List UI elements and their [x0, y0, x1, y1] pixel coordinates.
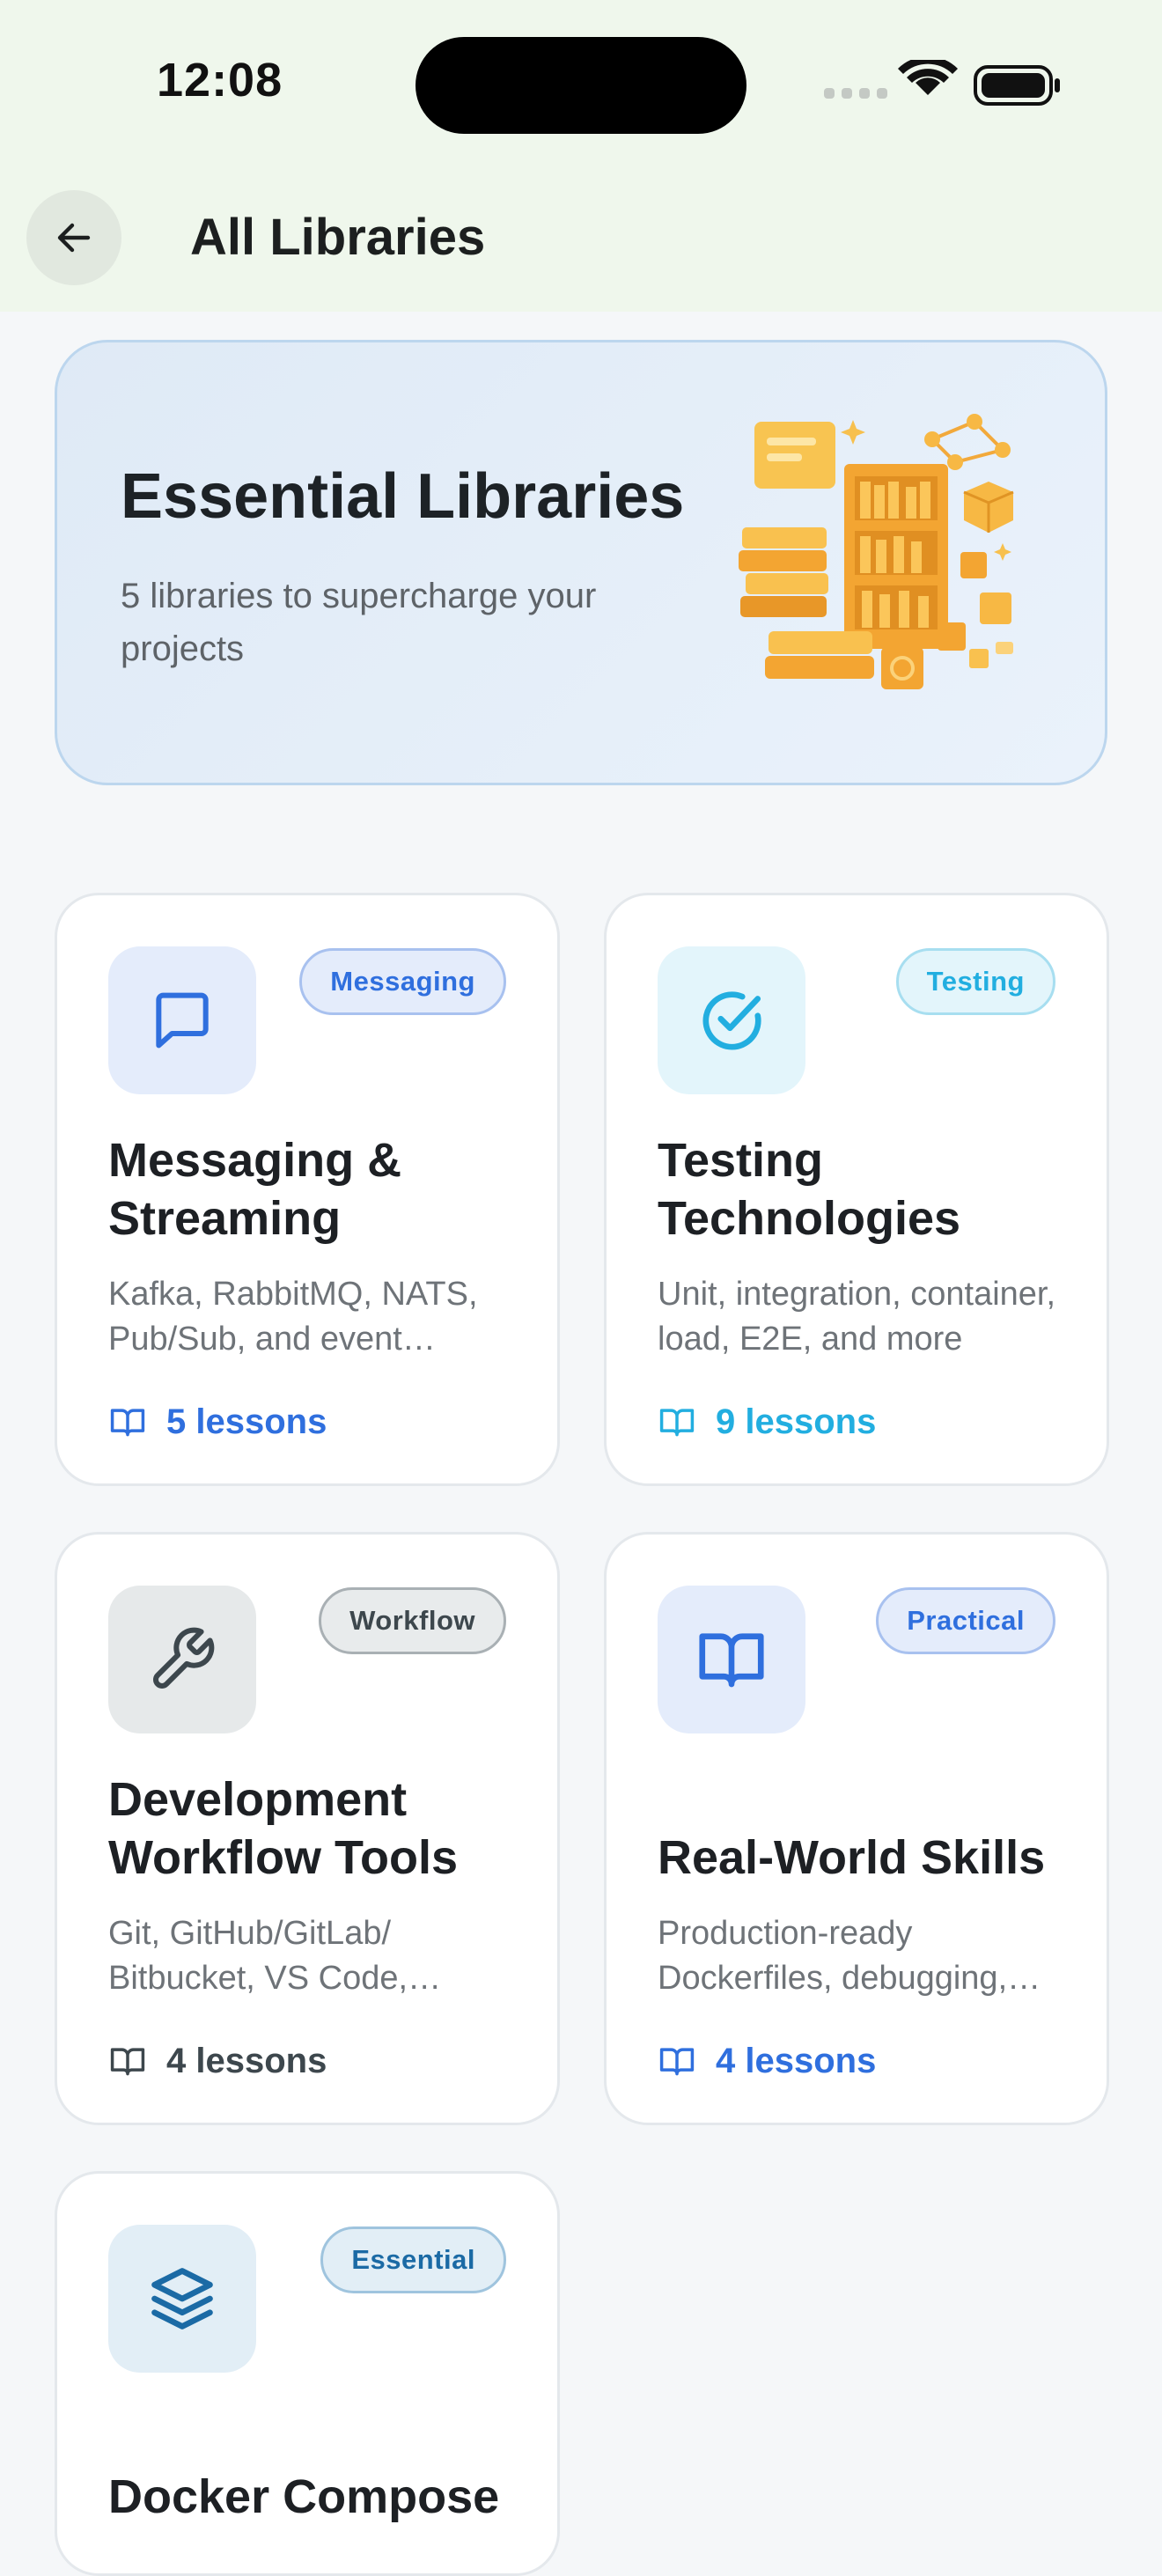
card-icon-tile [108, 2225, 256, 2373]
card-description: Kafka, RabbitMQ, NATS, Pub/Sub, and even… [108, 1276, 478, 1358]
app-header: 12:08 All Libraries [0, 0, 1162, 312]
page-title: All Libraries [190, 209, 486, 266]
wifi-icon [898, 60, 958, 95]
open-book-icon [659, 2048, 695, 2076]
card-icon-tile [658, 1586, 805, 1733]
card-icon-tile [108, 1586, 256, 1733]
library-card-practical[interactable]: Practical Real-World Skills Production-r… [604, 1532, 1109, 2125]
card-title: Messaging & Streaming [108, 1134, 402, 1245]
arrow-left-icon [57, 223, 91, 253]
card-title: Development Workflow Tools [108, 1773, 458, 1884]
category-badge: Messaging [299, 948, 506, 1015]
lesson-count-label: 5 lessons [166, 1402, 327, 1441]
library-card-messaging[interactable]: Messaging Messaging & Streaming Kafka, R… [55, 893, 560, 1486]
library-card-workflow[interactable]: Workflow Development Workflow Tools Git,… [55, 1532, 560, 2125]
status-bar-time: 12:08 [157, 54, 283, 107]
back-button[interactable] [26, 190, 121, 285]
card-title: Docker Compose [108, 2470, 500, 2523]
card-icon-tile [658, 946, 805, 1094]
card-icon-tile [108, 946, 256, 1094]
layers-stack-icon [151, 2268, 213, 2329]
open-book-icon [659, 1409, 695, 1437]
lesson-count: 4 lessons [108, 2035, 327, 2087]
lesson-count: 4 lessons [658, 2035, 876, 2087]
category-badge: Practical [876, 1587, 1055, 1654]
check-circle-icon [702, 991, 761, 1050]
card-title: Real-World Skills [658, 1831, 1046, 1884]
wrench-icon [153, 1627, 215, 1689]
card-title: Testing Technologies [658, 1134, 961, 1245]
hero-title: Essential Libraries [121, 461, 685, 532]
battery-icon [974, 65, 1060, 106]
card-description: Production-ready Dockerfiles, debugging,… [658, 1915, 1008, 1997]
library-card-essential[interactable]: Essential Docker Compose [55, 2171, 560, 2576]
lesson-count-label: 4 lessons [166, 2041, 327, 2080]
open-book-icon [699, 1633, 764, 1688]
status-bar-icons [824, 60, 1060, 106]
card-description: Unit, integration, container, load, E2E,… [658, 1276, 1056, 1358]
lesson-count: 9 lessons [658, 1395, 876, 1448]
lesson-count: 5 lessons [108, 1395, 327, 1448]
dynamic-island [416, 37, 746, 134]
chat-bubble-icon [156, 992, 209, 1049]
lesson-count-label: 9 lessons [716, 1402, 877, 1441]
open-book-icon [110, 1409, 145, 1437]
lesson-count-label: 4 lessons [716, 2041, 877, 2080]
hero-banner: Essential Libraries 5 libraries to super… [55, 340, 1107, 785]
category-badge: Essential [320, 2226, 506, 2293]
card-description: Git, GitHub/GitLab/ Bitbucket, VS Code, … [108, 1915, 408, 1997]
cellular-signal-icon [824, 88, 887, 99]
library-bookshelf-illustration [739, 414, 1014, 689]
hero-subtitle: 5 libraries to supercharge your projects [121, 577, 597, 668]
category-badge: Workflow [319, 1587, 506, 1654]
category-badge: Testing [895, 948, 1055, 1015]
open-book-icon [110, 2048, 145, 2076]
library-card-testing[interactable]: Testing Testing Technologies Unit, integ… [604, 893, 1109, 1486]
